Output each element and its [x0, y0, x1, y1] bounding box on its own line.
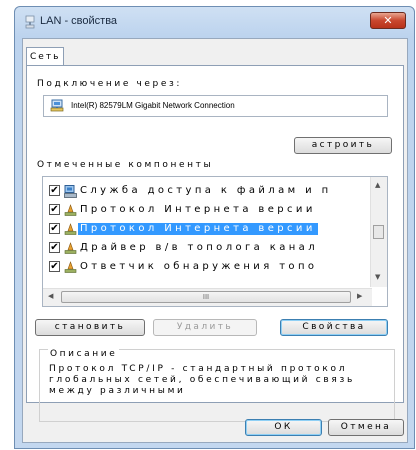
install-button[interactable]: становить [35, 319, 145, 336]
component-label: Служба доступа к файлам и п [80, 185, 332, 196]
list-item[interactable]: ✔ Ответчик обнаружения топо [45, 259, 367, 275]
checkbox[interactable]: ✔ [49, 185, 60, 196]
description-title: Описание [48, 349, 120, 359]
tab-panel: Подключение через: Intel(R) 82579LM Giga… [26, 65, 404, 422]
protocol-icon [64, 242, 77, 254]
checkbox[interactable]: ✔ [49, 223, 60, 234]
properties-button[interactable]: Свойства [280, 319, 388, 336]
network-icon [25, 15, 35, 29]
list-item[interactable]: ✔ Протокол Интернета версии [45, 221, 367, 237]
list-item[interactable]: ✔ Протокол Интернета версии [45, 202, 367, 218]
connect-via-label: Подключение через: [37, 79, 182, 89]
scroll-down-icon[interactable]: ▼ [375, 273, 380, 281]
scroll-right-icon[interactable]: ▶ [357, 292, 362, 300]
close-icon: ✕ [383, 14, 393, 27]
properties-window: LAN - свойства ✕ Сеть Подключение через:… [14, 6, 415, 449]
configure-button[interactable]: астроить [294, 137, 392, 154]
protocol-icon [64, 204, 77, 216]
description-text: Протокол TCP/IP - стандартный протокол г… [49, 364, 356, 396]
checkbox[interactable]: ✔ [49, 204, 60, 215]
checkbox[interactable]: ✔ [49, 261, 60, 272]
cancel-button[interactable]: Отмена [328, 419, 404, 436]
network-service-icon [64, 185, 77, 198]
tab-network[interactable]: Сеть [26, 47, 64, 66]
component-label: Протокол Интернета версии [80, 204, 316, 215]
close-button[interactable]: ✕ [370, 12, 406, 29]
list-item[interactable]: ✔ Драйвер в/в тополога канал [45, 240, 367, 256]
scroll-thumb[interactable] [373, 225, 384, 239]
network-adapter-icon [50, 99, 64, 112]
checkbox[interactable]: ✔ [49, 242, 60, 253]
component-label: Драйвер в/в тополога канал [80, 242, 318, 253]
window-title: LAN - свойства [40, 15, 118, 27]
scroll-grip: III [202, 293, 210, 301]
components-list[interactable]: ✔ Служба доступа к файлам и п ✔ Протокол… [42, 176, 388, 307]
description-group: Описание Протокол TCP/IP - стандартный п… [39, 349, 395, 422]
dialog-body: Сеть Подключение через: Intel(R) 82579LM… [22, 38, 408, 443]
component-label: Протокол Интернета версии [78, 223, 318, 235]
vertical-scrollbar[interactable]: ▲ ▼ [370, 177, 387, 287]
horizontal-scroll-thumb[interactable]: III [61, 291, 351, 303]
scroll-up-icon[interactable]: ▲ [375, 181, 380, 189]
title-bar[interactable]: LAN - свойства ✕ [15, 7, 414, 37]
protocol-icon [64, 261, 77, 273]
ok-button[interactable]: ОК [245, 419, 322, 436]
adapter-name: Intel(R) 82579LM Gigabit Network Connect… [71, 101, 235, 110]
protocol-icon [64, 223, 77, 235]
remove-button[interactable]: Удалить [153, 319, 257, 336]
component-label: Ответчик обнаружения топо [80, 261, 318, 272]
adapter-field: Intel(R) 82579LM Gigabit Network Connect… [43, 95, 388, 117]
list-item[interactable]: ✔ Служба доступа к файлам и п [45, 183, 367, 199]
horizontal-scrollbar[interactable]: ◀ III ▶ [43, 288, 372, 306]
components-label: Отмеченные компоненты [37, 160, 214, 170]
scroll-left-icon[interactable]: ◀ [48, 292, 53, 300]
